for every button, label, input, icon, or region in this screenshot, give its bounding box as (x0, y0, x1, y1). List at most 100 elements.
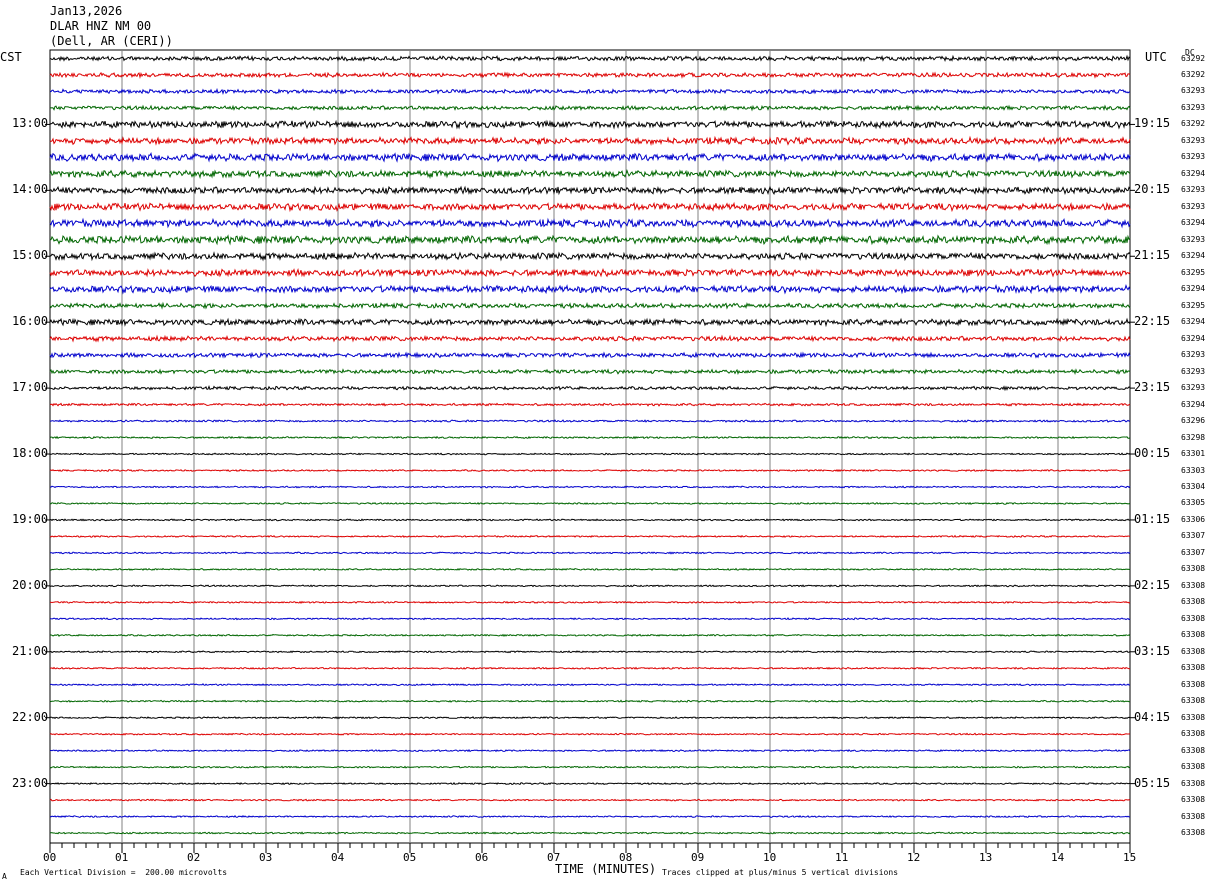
seismic-trace (49, 781, 1131, 786)
seismic-trace (49, 284, 1131, 295)
x-tick-label: 15 (1123, 851, 1137, 864)
left-hour-label: 22:00 (12, 709, 49, 724)
dc-offset-label: 63293 (1181, 152, 1206, 162)
dc-offset-label: 63308 (1181, 712, 1206, 722)
seismic-trace (49, 435, 1131, 440)
seismic-trace (49, 749, 1131, 753)
dc-offset-label: 63292 (1181, 69, 1206, 79)
dc-offset-label: 63308 (1181, 762, 1206, 772)
left-hour-label: 21:00 (12, 643, 49, 658)
seismic-trace (49, 617, 1131, 621)
right-hour-label: 05:15 (1134, 775, 1171, 790)
dc-offset-label: 63293 (1181, 102, 1206, 112)
seismic-trace (49, 351, 1131, 359)
dc-offset-label: 63308 (1181, 828, 1206, 838)
seismic-trace (49, 567, 1131, 571)
dc-offset-label: 63308 (1181, 729, 1206, 739)
dc-offset-label: 63304 (1181, 481, 1206, 491)
x-tick-label: 02 (187, 851, 201, 864)
dc-offset-label: 63294 (1181, 218, 1206, 228)
seismic-trace (49, 468, 1131, 473)
dc-offset-label: 63308 (1181, 646, 1206, 656)
left-hour-label: 20:00 (12, 577, 49, 592)
dc-offset-label: 63293 (1181, 135, 1206, 145)
seismic-trace (49, 650, 1131, 654)
left-hour-label: 16:00 (12, 314, 49, 329)
dc-offset-label: 63296 (1181, 416, 1206, 426)
dc-offset-label: 63308 (1181, 630, 1206, 640)
right-hour-label: 03:15 (1134, 643, 1171, 658)
seismic-trace (49, 301, 1131, 310)
seismogram-plot (45, 49, 1135, 853)
seismic-trace (49, 831, 1131, 835)
dc-offset-label: 63308 (1181, 564, 1206, 574)
dc-offset-label: 63308 (1181, 811, 1206, 821)
x-tick-label: 03 (259, 851, 273, 864)
seismic-trace (49, 168, 1131, 180)
x-tick-label: 09 (691, 851, 705, 864)
left-hour-label: 19:00 (12, 511, 49, 526)
seismic-trace (49, 402, 1131, 407)
x-tick-label: 10 (763, 851, 777, 864)
dc-offset-label: 63308 (1181, 696, 1206, 706)
left-hour-label: 23:00 (12, 775, 49, 790)
clip-note: Traces clipped at plus/minus 5 vertical … (662, 868, 899, 877)
left-hour-label: 14:00 (12, 182, 49, 197)
seismic-trace (49, 699, 1130, 703)
left-hour-label: 15:00 (12, 248, 49, 263)
dc-offset-label: 63308 (1181, 679, 1206, 689)
seismic-trace (49, 765, 1131, 769)
seismic-trace (49, 234, 1131, 246)
x-tick-label: 06 (475, 851, 489, 864)
seismic-trace (50, 104, 1131, 112)
right-hour-label: 01:15 (1134, 511, 1171, 526)
dc-offset-label: 63294 (1181, 399, 1206, 409)
seismic-trace (49, 152, 1131, 163)
dc-offset-label: 63301 (1181, 449, 1206, 459)
dc-offset-label: 63295 (1181, 267, 1206, 277)
dc-offset-label: 63295 (1181, 300, 1206, 310)
right-hour-label: 02:15 (1134, 577, 1171, 592)
dc-offset-label: 63308 (1181, 580, 1206, 590)
seismic-trace (49, 732, 1131, 736)
dc-offset-label: 63305 (1181, 498, 1206, 508)
dc-offset-label: 63308 (1181, 613, 1206, 623)
seismic-trace (49, 518, 1131, 522)
x-tick-label: 01 (115, 851, 129, 864)
seismic-trace (49, 135, 1131, 146)
left-hour-label: 17:00 (12, 380, 49, 395)
dc-offset-label: 63294 (1181, 284, 1206, 294)
seismic-trace (49, 666, 1131, 670)
dc-offset-label: 63292 (1181, 119, 1206, 129)
dc-offset-label: 63308 (1181, 597, 1206, 607)
dc-offset-label: 63293 (1181, 234, 1206, 244)
seismic-trace (49, 87, 1131, 95)
seismic-trace (49, 452, 1131, 456)
seismic-trace (49, 716, 1131, 720)
seismic-trace (49, 798, 1131, 802)
corner-mark: A (2, 872, 7, 881)
dc-offset-label: 63308 (1181, 663, 1206, 673)
x-tick-label: 04 (331, 851, 345, 864)
seismic-trace (49, 201, 1131, 213)
dc-offset-label: 63308 (1181, 778, 1206, 788)
dc-offset-label: 63293 (1181, 86, 1206, 96)
seismic-trace (49, 485, 1131, 489)
plot-frame (49, 49, 1131, 844)
dc-offset-label: 63293 (1181, 383, 1206, 393)
right-hour-label: 20:15 (1134, 182, 1171, 197)
dc-offset-label: 63298 (1181, 432, 1206, 442)
right-hour-label: 04:15 (1134, 709, 1171, 724)
x-tick-label: 12 (907, 851, 921, 864)
seismic-trace (49, 584, 1131, 588)
seismic-trace (49, 71, 1131, 80)
seismic-trace (49, 633, 1131, 637)
dc-offset-label: 63293 (1181, 366, 1206, 376)
dc-offset-label: 63294 (1181, 168, 1206, 178)
seismic-trace (49, 534, 1131, 538)
dc-offset-label: 63306 (1181, 514, 1206, 524)
dc-offset-label: 63308 (1181, 795, 1206, 805)
x-tick-label: 14 (1051, 851, 1065, 864)
dc-offset-label: 63307 (1181, 547, 1206, 557)
right-hour-label: 22:15 (1134, 314, 1171, 329)
